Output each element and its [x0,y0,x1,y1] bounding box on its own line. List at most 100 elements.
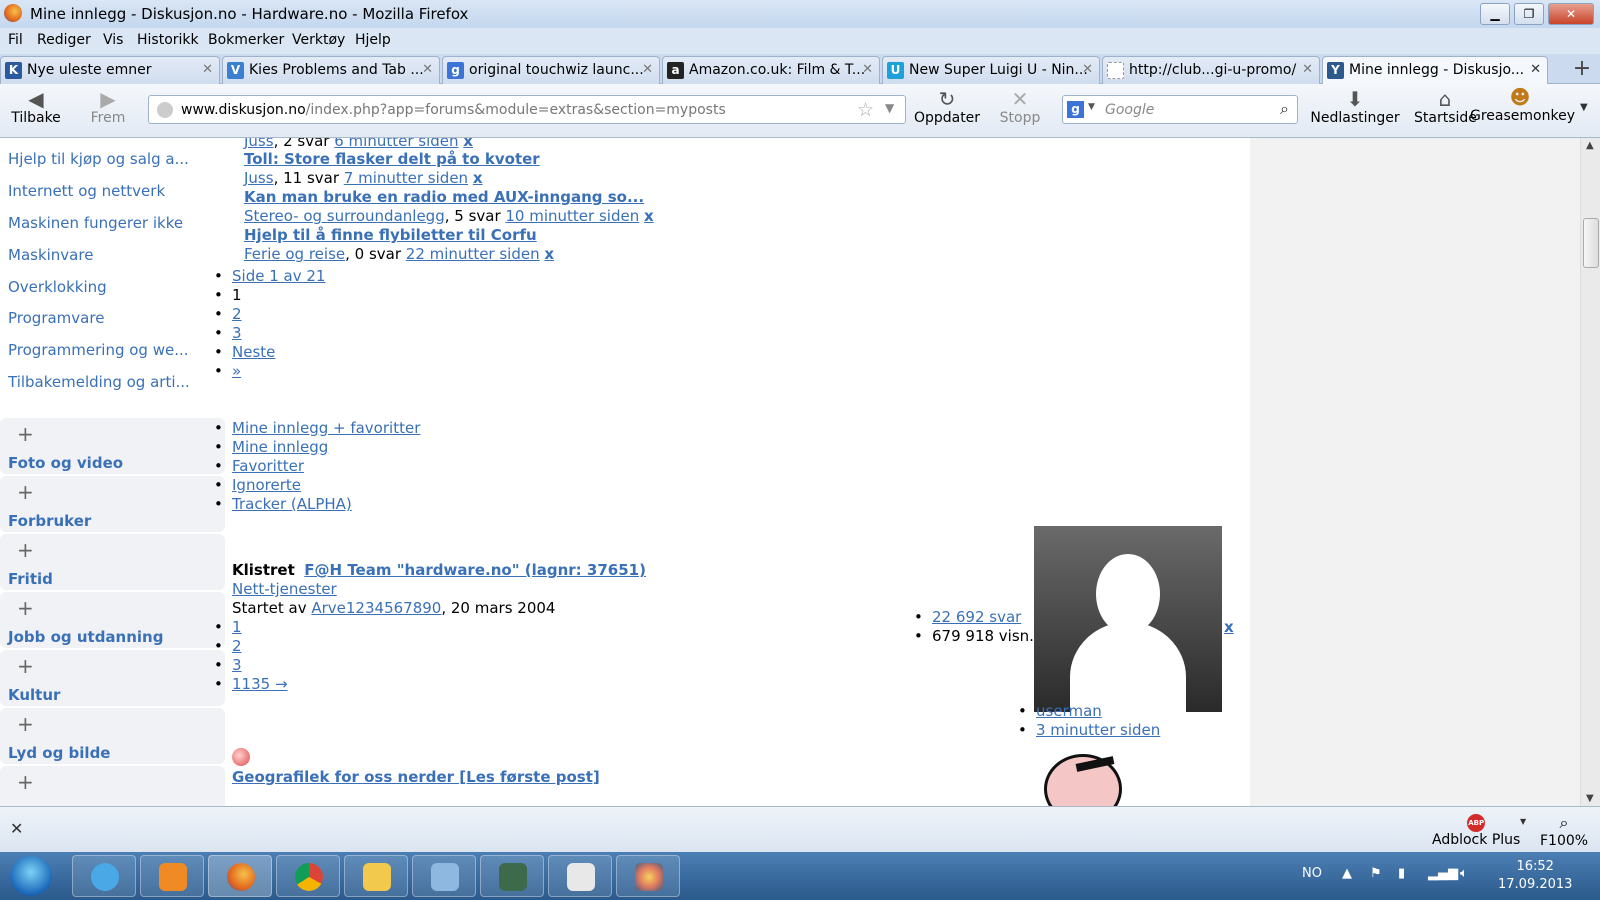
greasemonkey-dropdown-icon[interactable]: ▼ [1580,102,1588,113]
pagination-next-link[interactable]: Neste [214,343,276,361]
post-title-link[interactable]: Toll: Store flasker delt på to kvoter [244,150,540,168]
show-hidden-icons[interactable]: ▲ [1342,866,1352,881]
network-signal-icon[interactable]: ▂▄▆ [1428,866,1458,881]
tab-close-icon[interactable]: ✕ [422,62,433,77]
delete-post-link[interactable]: x [473,169,483,187]
tab-close-icon[interactable]: ✕ [642,62,653,77]
post-time-link[interactable]: 6 minutter siden [334,138,458,150]
pinned-page-link[interactable]: 3 [215,656,242,674]
bookmark-star-icon[interactable]: ☆ [857,99,874,121]
tab-amazon[interactable]: a Amazon.co.uk: Film & T... ✕ [662,56,880,84]
pinned-author-link[interactable]: Arve1234567890 [311,599,441,617]
delete-post-link[interactable]: x [644,207,654,225]
post-forum-link[interactable]: Juss [244,169,274,187]
sidebar-link[interactable]: Programmering og we... [8,341,189,359]
post-time-link[interactable]: 22 minutter siden [406,245,540,263]
pagination-page-link[interactable]: 3 [215,324,242,342]
category-label[interactable]: Kultur [8,686,60,704]
category-label[interactable]: Lyd og bilde [8,744,110,762]
expand-plus-icon[interactable]: + [17,654,34,678]
favorite-heart-icon[interactable] [232,748,250,766]
category-lyd-og-bilde[interactable]: + Lyd og bilde [0,708,225,764]
post-forum-link[interactable]: Stereo- og surroundanlegg [244,207,445,225]
menu-history[interactable]: Historikk [137,32,199,48]
delete-pinned-link[interactable]: x [1224,618,1234,636]
menu-tools[interactable]: Verktøy [292,32,345,48]
taskbar-chrome[interactable] [276,855,340,897]
category-jobb-og-utdanning[interactable]: + Jobb og utdanning [0,592,225,648]
taskbar-notes[interactable] [548,855,612,897]
search-bar[interactable]: g ▼ Google ⌕ [1062,95,1298,124]
category-forbruker[interactable]: + Forbruker [0,476,225,532]
page-scrollbar[interactable]: ▲ ▼ [1580,138,1600,806]
minimize-button[interactable]: ▁ [1480,3,1510,25]
tab-close-icon[interactable]: ✕ [862,62,873,77]
greasemonkey-button[interactable]: ☻ Greasemonkey [1470,86,1575,124]
volume-icon[interactable]: 🔈︎ [1460,866,1468,881]
sidebar-link[interactable]: Maskinen fungerer ikke [8,214,183,232]
menu-bookmarks[interactable]: Bokmerker [208,32,284,48]
expand-plus-icon[interactable]: + [17,422,34,446]
category-partial[interactable]: + [0,766,225,806]
action-center-flag-icon[interactable]: ⚑ [1370,866,1382,881]
reload-button[interactable]: ↻ Oppdater [912,88,982,126]
tab-close-icon[interactable]: ✕ [1082,62,1093,77]
tab-close-icon[interactable]: ✕ [1302,62,1313,77]
tab-my-posts[interactable]: Y Mine innlegg - Diskusjo... ✕ [1322,56,1548,84]
post-title-link[interactable]: Kan man bruke en radio med AUX-inngang s… [244,188,644,206]
tab-close-icon[interactable]: ✕ [1530,62,1541,77]
back-button[interactable]: ◀ Tilbake [10,88,62,126]
delete-post-link[interactable]: x [463,138,473,150]
adblock-plus-button[interactable]: ABP Adblock Plus [1432,813,1520,848]
tab-super-luigi[interactable]: U New Super Luigi U - Nin... ✕ [882,56,1100,84]
scroll-down-icon[interactable]: ▼ [1586,793,1594,804]
menu-help[interactable]: Hjelp [355,32,391,48]
scroll-thumb[interactable] [1583,218,1599,268]
menu-view[interactable]: Vis [103,32,123,48]
sidebar-link[interactable]: Maskinvare [8,246,93,264]
scroll-up-icon[interactable]: ▲ [1586,140,1594,151]
power-icon[interactable]: ▮ [1398,866,1405,881]
downloads-button[interactable]: ⬇ Nedlastinger [1306,88,1404,126]
pinned-topic-title-link[interactable]: F@H Team "hardware.no" (lagnr: 37651) [304,561,646,579]
expand-plus-icon[interactable]: + [17,538,34,562]
filter-link[interactable]: Mine innlegg [214,438,328,456]
url-bar[interactable]: www.diskusjon.no/index.php?app=forums&mo… [148,95,906,124]
close-window-button[interactable]: ✕ [1548,3,1594,25]
filter-link[interactable]: Favoritter [214,457,304,475]
filter-link[interactable]: Tracker (ALPHA) [214,495,352,513]
google-engine-icon[interactable]: g [1067,101,1084,118]
taskbar-firefox[interactable] [208,855,272,897]
taskbar-paint[interactable] [616,855,680,897]
cartoon-avatar[interactable] [1038,748,1130,806]
taskbar-clock[interactable]: 16:52 17.09.2013 [1498,858,1572,894]
maximize-button[interactable]: ❐ [1514,3,1544,25]
category-label[interactable]: Foto og video [8,454,123,472]
zoom-button[interactable]: ⌕ F100% [1540,813,1588,849]
pagination-last-link[interactable]: » [214,362,242,380]
post-title-link[interactable]: Hjelp til å finne flybiletter til Corfu [244,226,537,244]
category-label[interactable]: Fritid [8,570,53,588]
tab-kies-problems[interactable]: V Kies Problems and Tab ... ✕ [222,56,440,84]
sidebar-link[interactable]: Programvare [8,309,104,327]
tab-close-icon[interactable]: ✕ [202,62,213,77]
tab-touchwiz-search[interactable]: g original touchwiz launc... ✕ [442,56,660,84]
forward-button[interactable]: ▶ Frem [86,88,130,126]
category-foto-og-video[interactable]: + Foto og video [0,418,225,474]
pagination-label[interactable]: Side 1 av 21 [214,267,326,285]
pagination-page-link[interactable]: 2 [215,305,242,323]
filter-link[interactable]: Ignorerte [214,476,301,494]
url-dropdown-icon[interactable]: ▼ [885,101,894,115]
sidebar-link[interactable]: Internett og nettverk [8,182,165,200]
post-time-link[interactable]: 10 minutter siden [505,207,639,225]
menu-edit[interactable]: Rediger [37,32,91,48]
stop-button[interactable]: ✕ Stopp [994,88,1046,126]
category-label[interactable]: Forbruker [8,512,91,530]
pinned-page-link[interactable]: 1135 → [214,675,287,693]
taskbar-monitor[interactable] [480,855,544,897]
expand-plus-icon[interactable]: + [17,480,34,504]
language-indicator[interactable]: NO [1302,866,1322,881]
sidebar-link[interactable]: Hjelp til kjøp og salg a... [8,150,189,168]
pinned-forum-link[interactable]: Nett-tjenester [232,580,337,598]
taskbar-explorer[interactable] [344,855,408,897]
